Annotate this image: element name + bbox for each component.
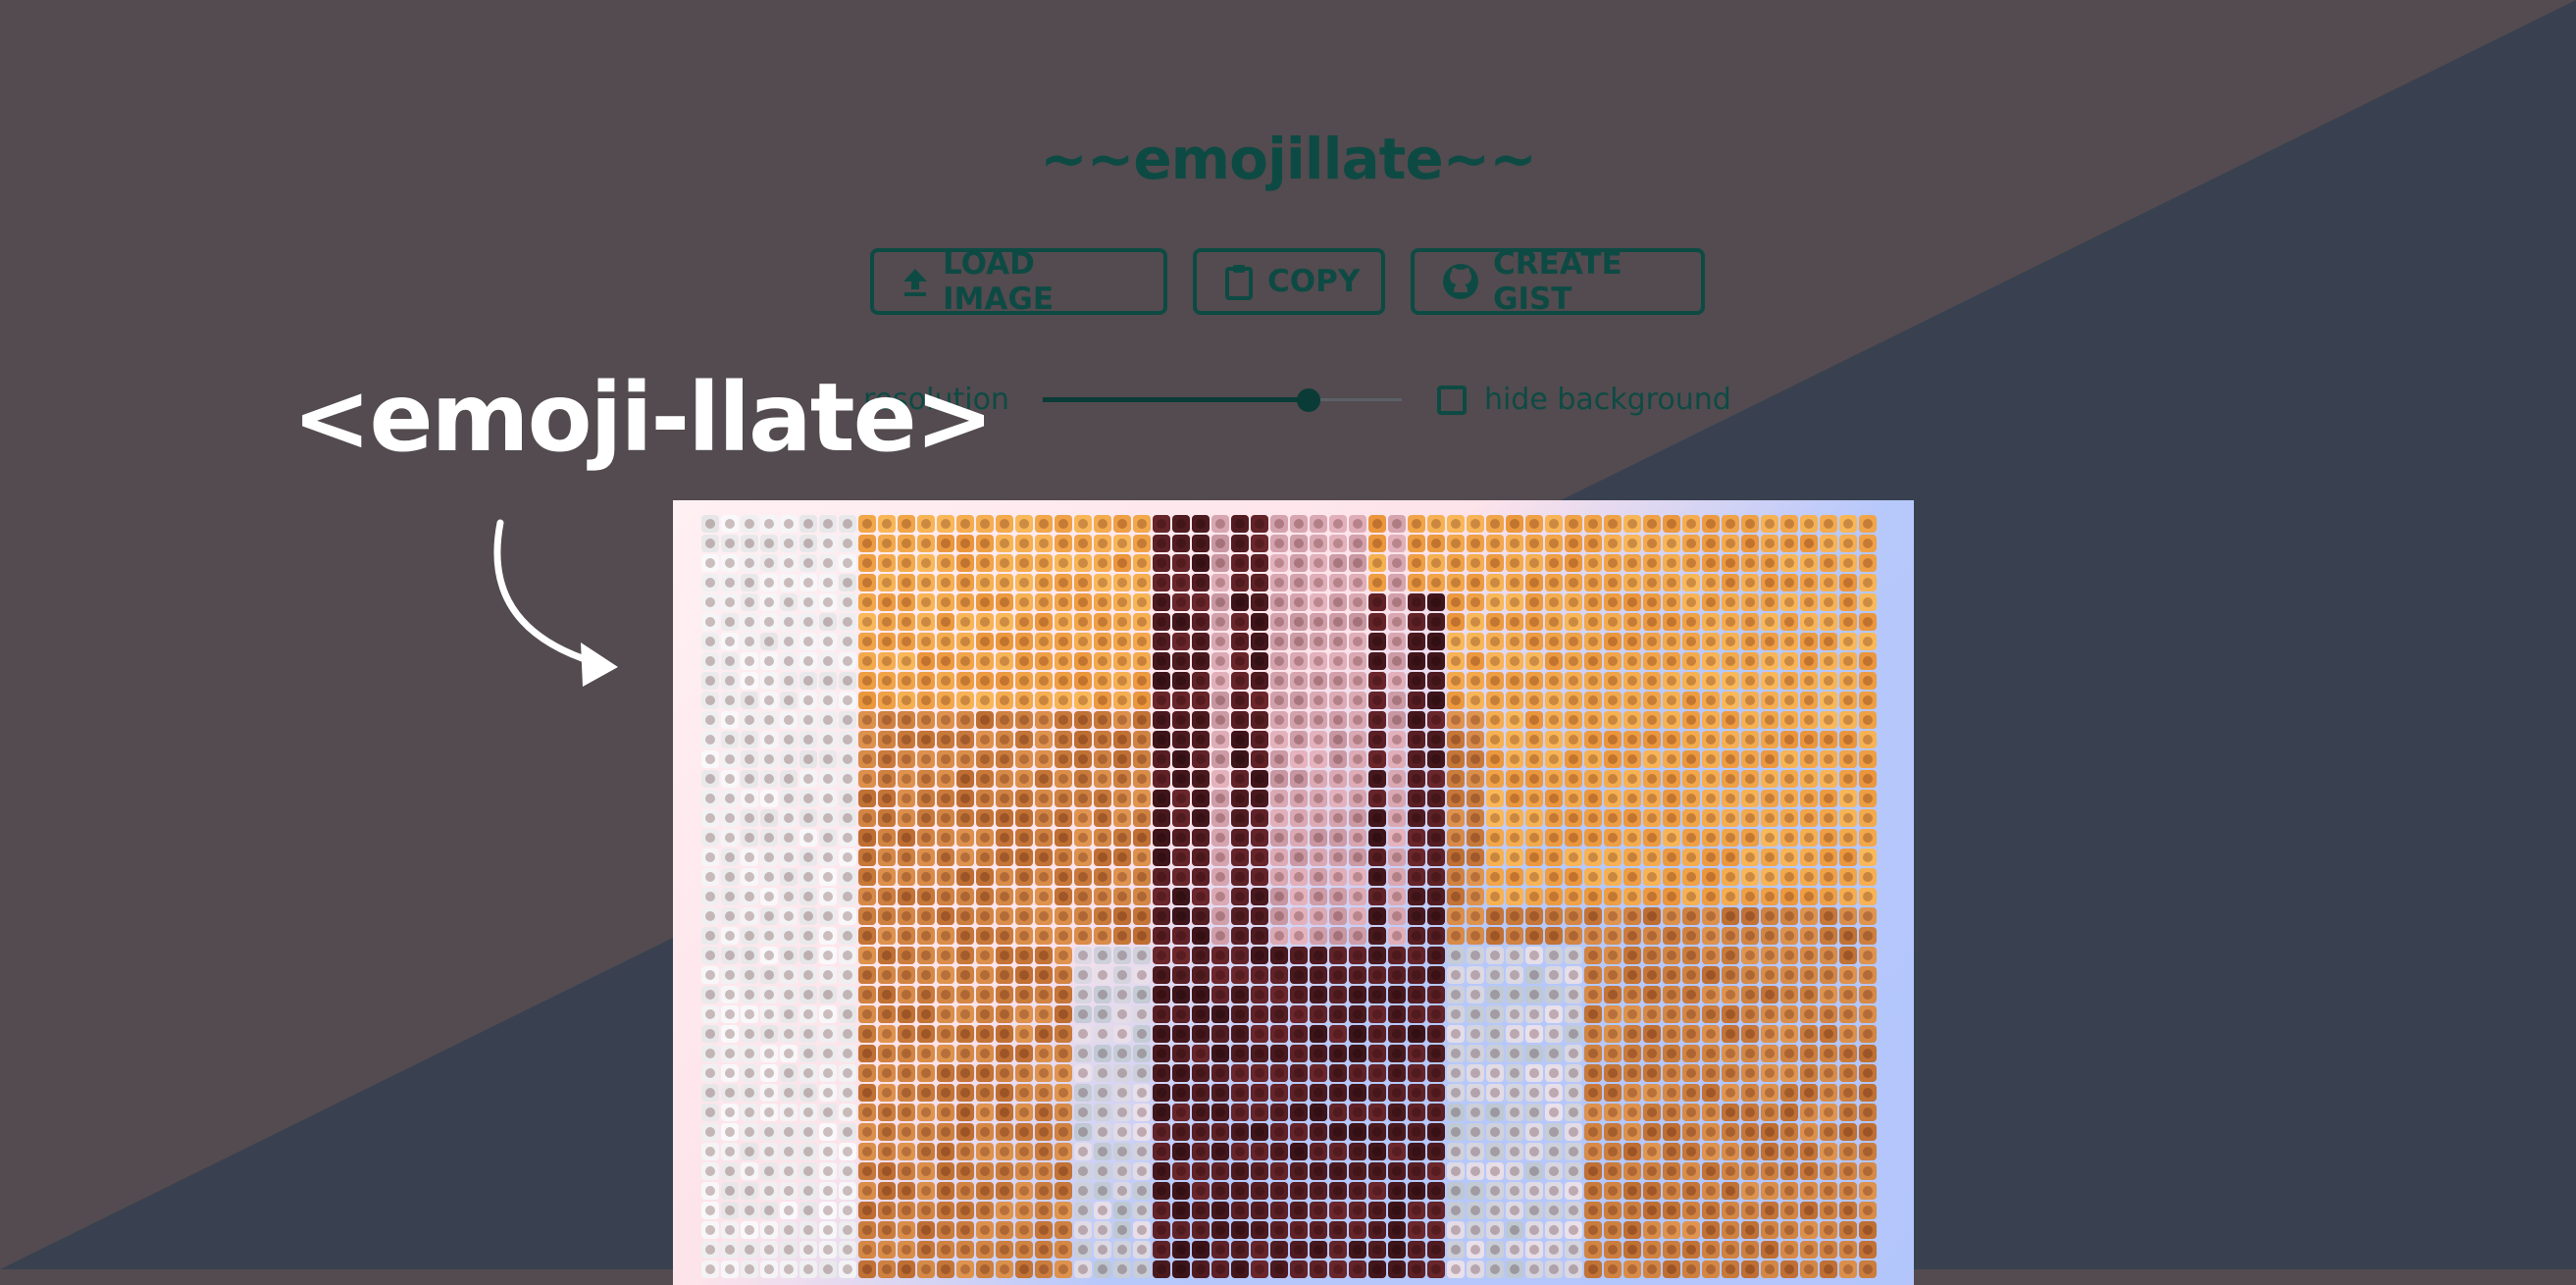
- load-image-label: LOAD IMAGE: [943, 246, 1054, 317]
- toolbar: LOAD IMAGE COPY CREATE GIST: [870, 246, 1705, 317]
- copy-label: COPY: [1267, 264, 1361, 299]
- slider-fill: [1042, 396, 1309, 402]
- emoji-llate-tag: <emoji-llate>: [292, 363, 994, 473]
- emoji-mosaic-frame: [673, 500, 1914, 1285]
- upload-icon: [902, 267, 929, 296]
- github-icon: [1442, 263, 1479, 300]
- curved-arrow-icon: [493, 519, 618, 687]
- hide-background-label: hide background: [1483, 383, 1731, 417]
- app-title: ~~emojillate~~: [1040, 126, 1537, 192]
- slider-thumb[interactable]: [1296, 387, 1320, 412]
- resolution-controls: resolution hide background: [863, 383, 1731, 417]
- create-gist-button[interactable]: CREATE GIST: [1411, 246, 1705, 317]
- hide-background-checkbox[interactable]: [1436, 385, 1467, 415]
- resolution-slider[interactable]: [1042, 386, 1402, 415]
- create-gist-label: CREATE GIST: [1493, 246, 1623, 317]
- copy-button[interactable]: COPY: [1193, 248, 1385, 315]
- emoji-mosaic-image: [701, 515, 1877, 1278]
- clipboard-icon: [1224, 263, 1254, 300]
- load-image-button[interactable]: LOAD IMAGE: [870, 246, 1167, 317]
